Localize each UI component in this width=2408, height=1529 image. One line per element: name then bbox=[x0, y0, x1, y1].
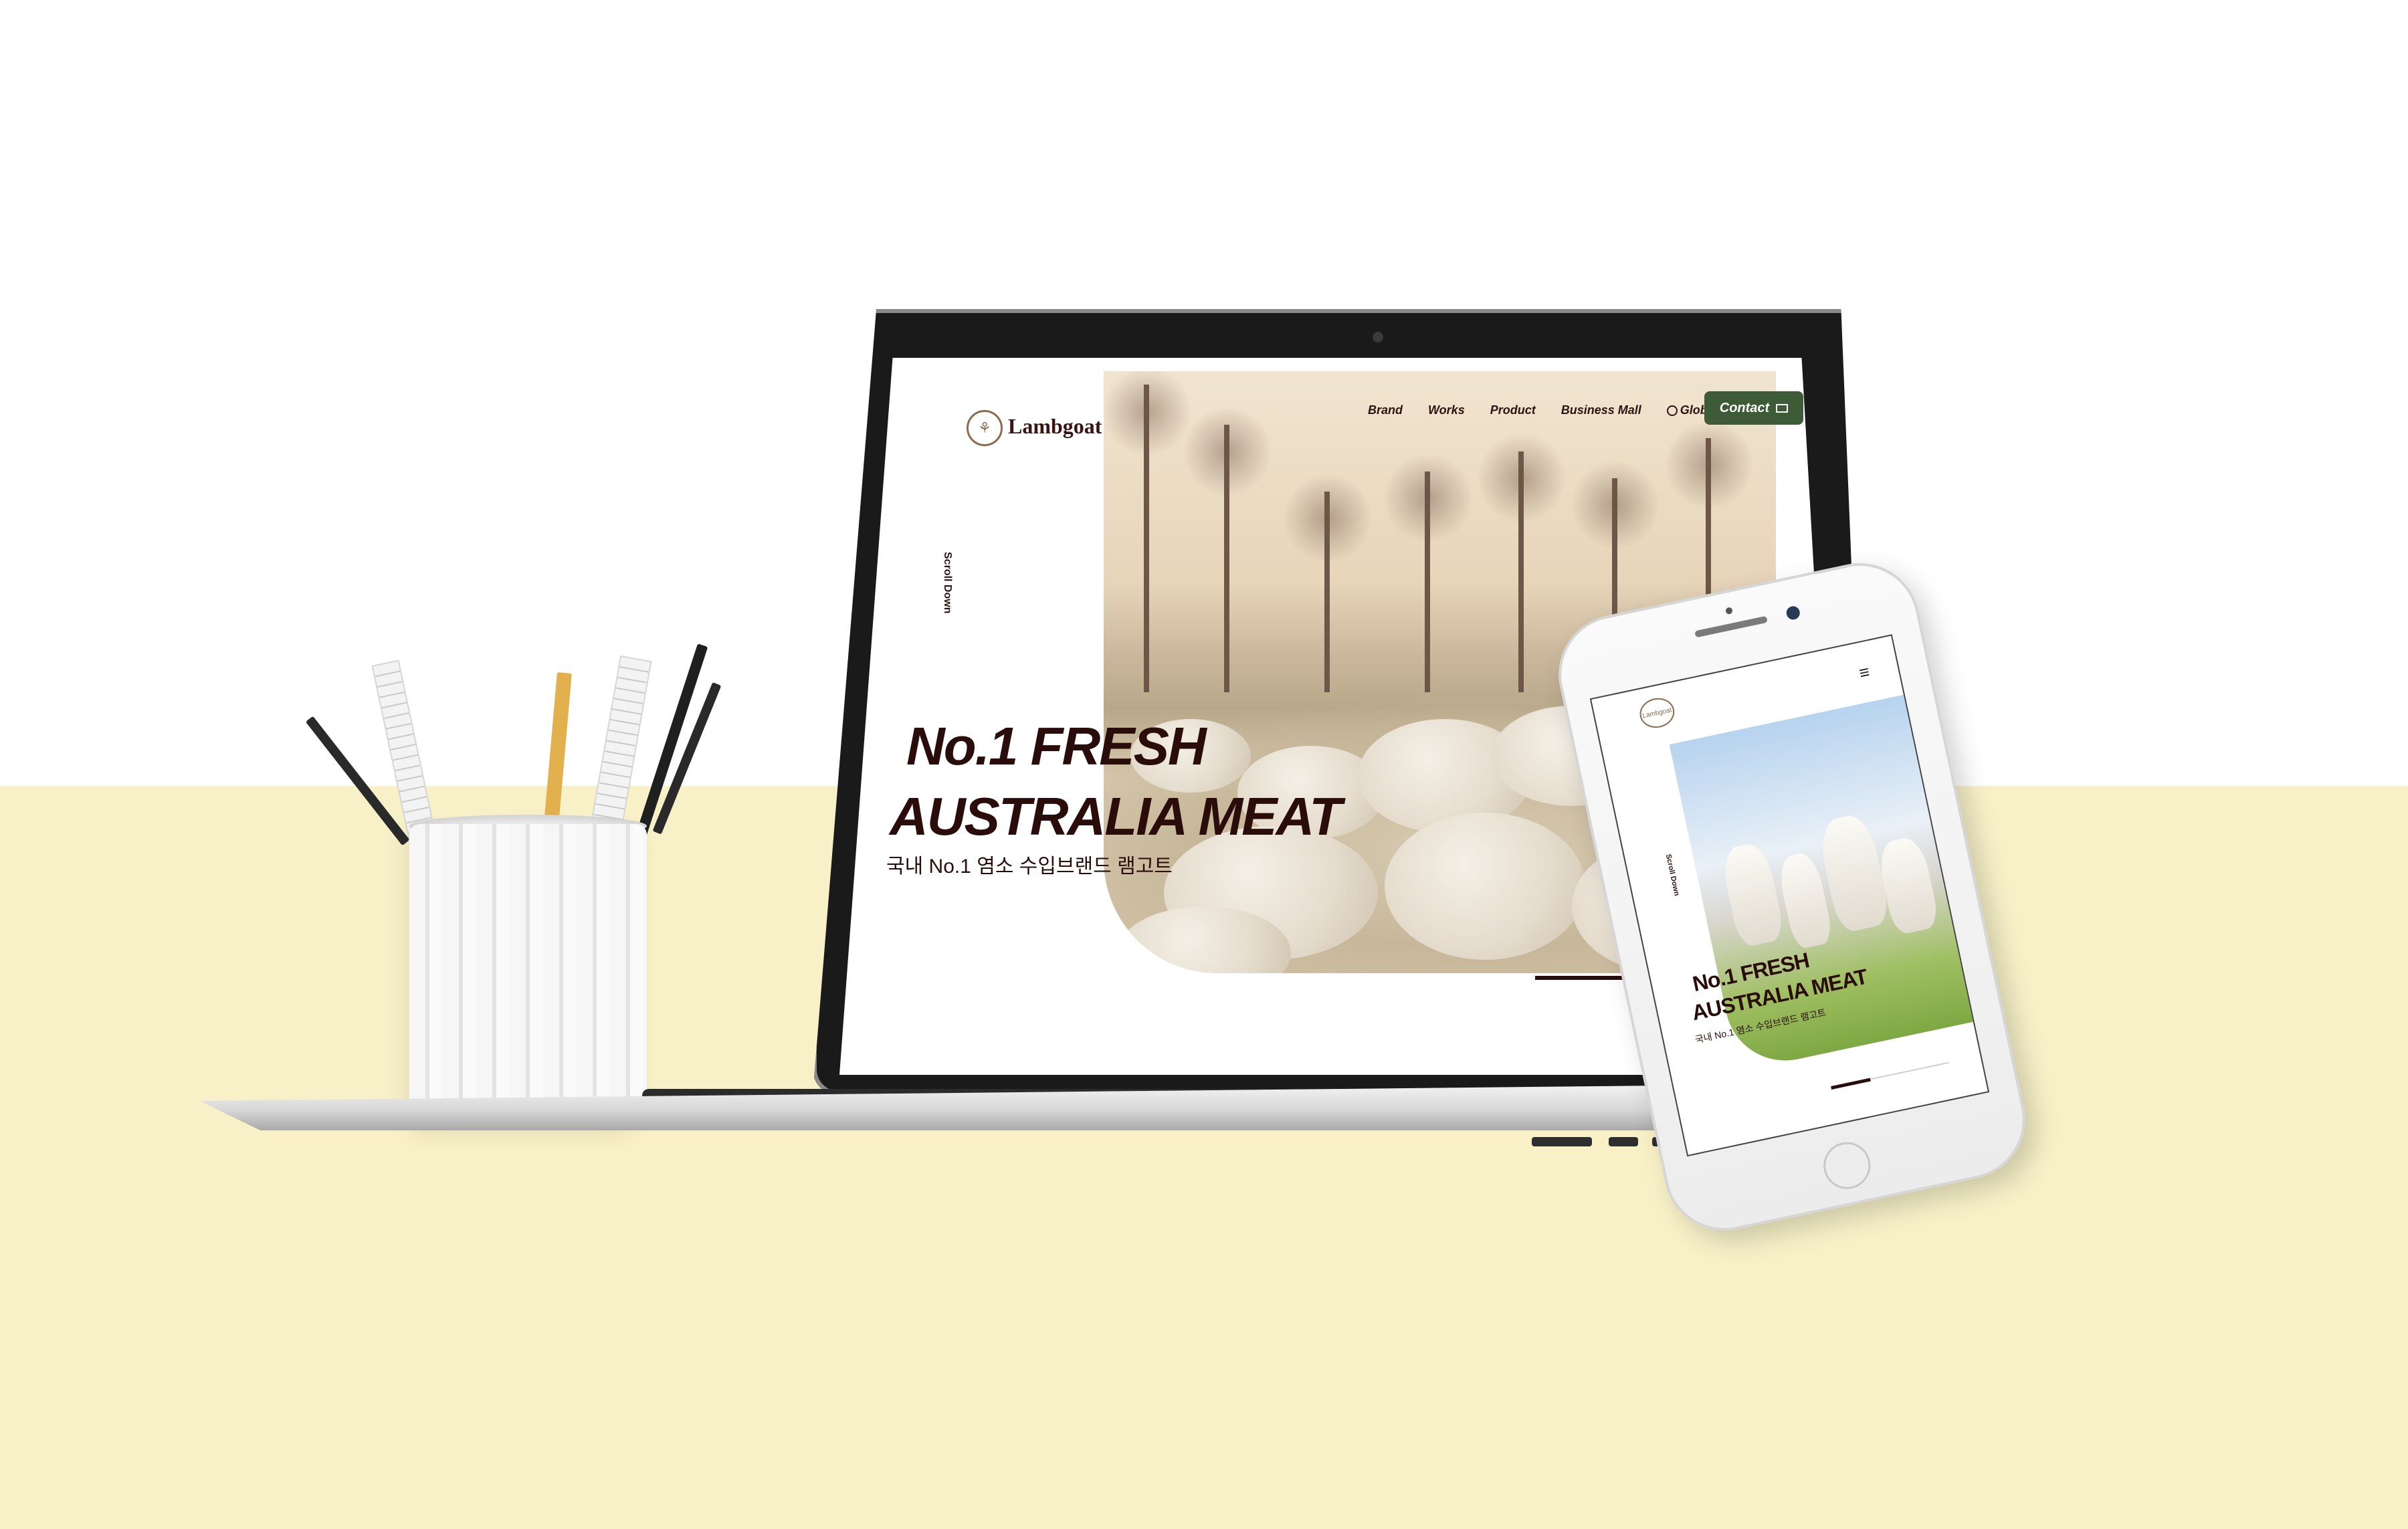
hamburger-menu-icon[interactable]: ≡ bbox=[1858, 661, 1872, 683]
mobile-slide-progress-bar bbox=[1831, 1078, 1871, 1090]
phone-home-button[interactable] bbox=[1819, 1138, 1875, 1194]
site-logo-text[interactable]: Lambgoat bbox=[1008, 414, 1102, 439]
scroll-down-label[interactable]: Scroll Down bbox=[941, 552, 953, 613]
nav-item-product[interactable]: Product bbox=[1490, 403, 1536, 417]
mobile-slide-progress-track bbox=[1870, 1061, 1949, 1080]
mail-icon bbox=[1776, 403, 1789, 413]
main-nav: Brand Works Product Business Mall Global… bbox=[1368, 403, 1749, 417]
laptop-port-hdmi bbox=[1609, 1137, 1638, 1146]
phone-sensor bbox=[1725, 607, 1733, 615]
hero-title-line-1: No.1 FRESH bbox=[906, 716, 1207, 776]
phone-front-camera bbox=[1785, 605, 1801, 621]
nav-item-business-mall[interactable]: Business Mall bbox=[1561, 403, 1641, 417]
site-logo-icon[interactable]: ⚘ bbox=[967, 410, 1003, 446]
mobile-logo-icon[interactable]: Lambgoat bbox=[1637, 694, 1678, 731]
phone-speaker bbox=[1694, 615, 1768, 638]
mobile-logo-text: Lambgoat bbox=[1641, 706, 1673, 720]
pencil-cup bbox=[409, 824, 647, 1129]
nav-item-brand[interactable]: Brand bbox=[1368, 403, 1403, 417]
laptop-port-usb-c bbox=[1532, 1137, 1592, 1146]
nav-item-works[interactable]: Works bbox=[1428, 403, 1465, 417]
globe-icon bbox=[1666, 405, 1678, 417]
contact-label: Contact bbox=[1719, 400, 1770, 415]
hero-title-line-2: AUSTRALIA MEAT bbox=[890, 787, 1342, 846]
contact-button[interactable]: Contact bbox=[1704, 391, 1803, 425]
laptop-camera bbox=[1373, 332, 1383, 342]
hero-subtitle: 국내 No.1 염소 수입브랜드 램고트 bbox=[886, 855, 1173, 878]
mobile-scroll-down-label[interactable]: Scroll Down bbox=[1664, 853, 1681, 897]
phone-screen: Lambgoat ≡ Scroll Down No.1 FRESH AUSTRA… bbox=[1589, 634, 1990, 1157]
